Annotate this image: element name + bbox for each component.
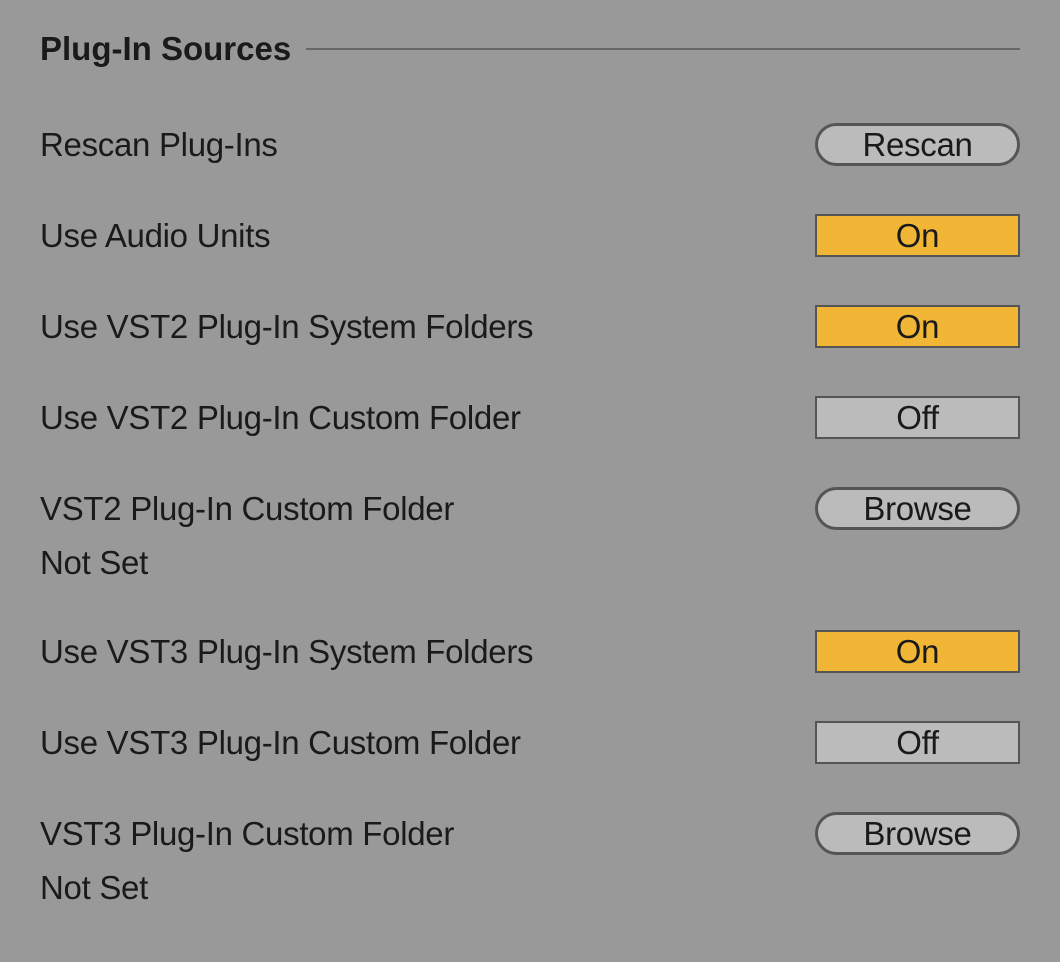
vst2-folder-label: VST2 Plug-In Custom Folder [40, 490, 454, 528]
vst3-system-toggle[interactable]: On [815, 630, 1020, 673]
vst2-system-label: Use VST2 Plug-In System Folders [40, 308, 533, 346]
vst3-custom-label: Use VST3 Plug-In Custom Folder [40, 724, 521, 762]
section-header: Plug-In Sources [40, 30, 1020, 68]
vst3-custom-toggle[interactable]: Off [815, 721, 1020, 764]
vst2-system-row: Use VST2 Plug-In System Folders On [40, 305, 1020, 348]
audio-units-label: Use Audio Units [40, 217, 270, 255]
vst3-system-label: Use VST3 Plug-In System Folders [40, 633, 533, 671]
vst2-system-toggle[interactable]: On [815, 305, 1020, 348]
vst2-custom-label: Use VST2 Plug-In Custom Folder [40, 399, 521, 437]
vst2-custom-toggle[interactable]: Off [815, 396, 1020, 439]
vst3-folder-label: VST3 Plug-In Custom Folder [40, 815, 454, 853]
vst2-folder-row: VST2 Plug-In Custom Folder Browse Not Se… [40, 487, 1020, 582]
section-title: Plug-In Sources [40, 30, 291, 68]
rescan-button[interactable]: Rescan [815, 123, 1020, 166]
vst3-folder-browse-button[interactable]: Browse [815, 812, 1020, 855]
vst3-custom-row: Use VST3 Plug-In Custom Folder Off [40, 721, 1020, 764]
vst2-folder-path: Not Set [40, 544, 1020, 582]
vst3-folder-row: VST3 Plug-In Custom Folder Browse Not Se… [40, 812, 1020, 907]
rescan-row: Rescan Plug-Ins Rescan [40, 123, 1020, 166]
audio-units-row: Use Audio Units On [40, 214, 1020, 257]
audio-units-toggle[interactable]: On [815, 214, 1020, 257]
vst2-custom-row: Use VST2 Plug-In Custom Folder Off [40, 396, 1020, 439]
vst2-folder-browse-button[interactable]: Browse [815, 487, 1020, 530]
vst3-folder-path: Not Set [40, 869, 1020, 907]
rescan-label: Rescan Plug-Ins [40, 126, 278, 164]
vst3-system-row: Use VST3 Plug-In System Folders On [40, 630, 1020, 673]
section-divider [306, 48, 1020, 50]
